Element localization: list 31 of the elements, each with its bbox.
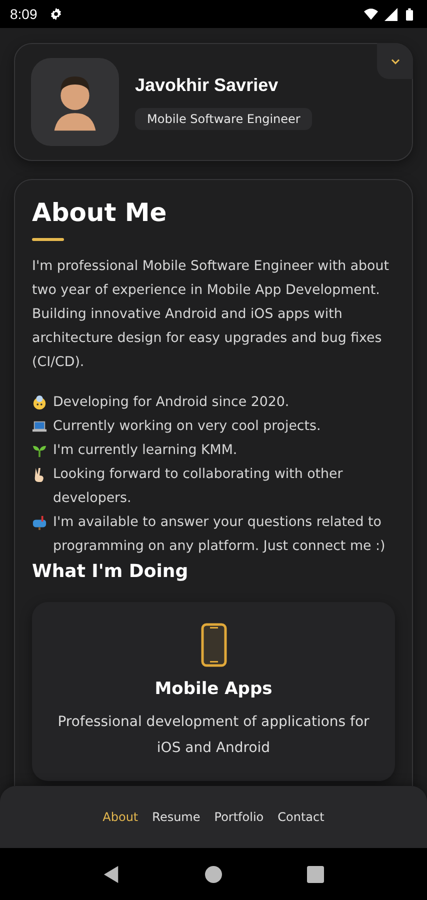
fact-text: Developing for Android since 2020. [53,394,290,412]
intro-paragraph: I'm professional Mobile Software Engineer with about two year of experience in Mobile App Development. Building innovative Android and iOS apps with architecture design for easy upgrades and bug fixes (CI/CD). [32,258,390,372]
back-icon[interactable] [102,866,120,882]
nav-link[interactable]: Resume [152,810,200,824]
job-title-tag: Mobile Software Engineer [135,108,312,130]
home-icon[interactable] [204,866,222,882]
signal-icon [384,8,398,20]
phone-icon [200,623,226,667]
fact-text: I'm available to answer your questions related to programming on any platform. Just connect me :) [53,514,386,556]
title-underline [32,238,64,241]
face-icon [32,395,47,410]
profile-name: Javokhir Savriev [135,74,278,96]
status-time: 8:09 [10,6,38,22]
nav-link[interactable]: About [102,810,138,824]
settings-icon [49,7,64,21]
fact-text: Currently working on very cool projects. [53,418,322,436]
section-title: About Me [32,198,168,227]
chevron-down-icon [390,58,400,64]
fact-text: I'm currently learning KMM. [53,442,238,460]
nav-link[interactable]: Portfolio [214,810,264,824]
fact-text: Looking forward to collaborating with other developers. [53,466,344,508]
mailbox-icon [32,515,47,530]
recents-icon[interactable] [307,866,324,882]
laptop-icon [32,419,47,434]
nav-link[interactable]: Contact [278,810,324,824]
service-description: Professional development of applications for iOS and Android [56,713,370,758]
battery-icon [406,8,413,20]
subsection-title: What I'm Doing [32,561,190,582]
service-title: Mobile Apps [154,679,272,699]
wifi-icon [364,8,378,20]
sprout-icon [32,443,47,458]
